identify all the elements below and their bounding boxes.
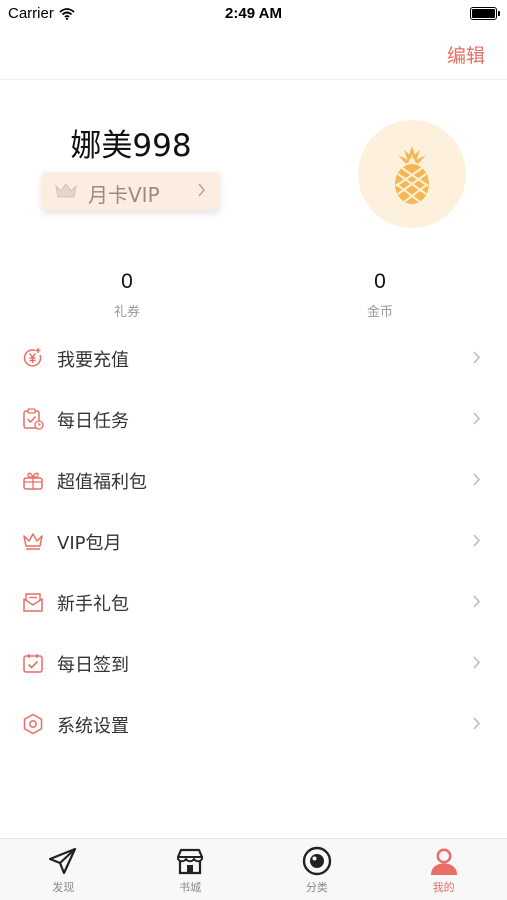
menu-label-newbie-gift: 新手礼包: [57, 594, 129, 615]
menu-label-daily-check-in: 每日签到: [57, 655, 129, 676]
menu-label-recharge: 我要充值: [57, 350, 129, 371]
tab-label-bookstore: 书城: [179, 881, 202, 894]
menu-item-vip-monthly[interactable]: VIP包月: [0, 511, 507, 572]
battery-icon: [470, 7, 500, 20]
menu-label-vip-monthly: VIP包月: [57, 533, 122, 554]
menu-item-settings[interactable]: 系统设置: [0, 694, 507, 755]
user-icon: [430, 848, 457, 875]
menu-item-welfare-pack[interactable]: 超值福利包: [0, 450, 507, 511]
chevron-right-icon: [473, 473, 481, 486]
avatar[interactable]: [358, 120, 466, 228]
chevron-right-icon: [473, 412, 481, 425]
paper-plane-icon: [49, 847, 77, 875]
crown-icon: [23, 533, 43, 550]
bookstore-icon: [177, 848, 204, 875]
settings-icon: [23, 713, 43, 735]
nav-bar: 编辑: [0, 28, 507, 80]
gold-coin-label: 金币: [366, 305, 393, 320]
chevron-right-icon: [473, 595, 481, 608]
chevron-right-icon: [473, 351, 481, 364]
coupon-count: 0: [121, 270, 133, 293]
vip-membership-button[interactable]: 月卡VIP: [42, 172, 220, 210]
daily-task-icon: [23, 408, 44, 430]
gift-bag-icon: [23, 472, 43, 490]
menu-label-settings: 系统设置: [57, 716, 129, 737]
check-in-icon: [23, 654, 43, 673]
envelope-icon: [23, 593, 43, 612]
tab-category[interactable]: 分类: [254, 839, 381, 900]
tab-bookstore[interactable]: 书城: [127, 839, 254, 900]
tab-label-category: 分类: [305, 881, 328, 894]
menu-item-daily-task[interactable]: 每日任务: [0, 389, 507, 450]
username: 娜美998: [70, 128, 192, 164]
gold-coin-stat[interactable]: 0 金币: [320, 270, 440, 320]
category-icon: [302, 846, 332, 876]
menu-label-welfare-pack: 超值福利包: [57, 472, 147, 493]
menu-item-newbie-gift[interactable]: 新手礼包: [0, 572, 507, 633]
status-time: 2:49 AM: [225, 5, 282, 22]
edit-button[interactable]: 编辑: [447, 41, 485, 68]
chevron-right-icon: [473, 534, 481, 547]
chevron-right-icon: [473, 656, 481, 669]
menu-list: 我要充值 每日任务 超值福利包 VIP包月 新手礼包 每日签到 系统设置: [0, 328, 507, 755]
tab-label-discover: 发现: [52, 881, 75, 894]
vip-crown-icon: [55, 183, 77, 198]
gold-coin-count: 0: [374, 270, 386, 293]
recharge-icon: [23, 348, 42, 367]
chevron-right-icon: [198, 183, 206, 197]
chevron-right-icon: [473, 717, 481, 730]
pineapple-icon: [395, 146, 429, 204]
menu-item-daily-check-in[interactable]: 每日签到: [0, 633, 507, 694]
tab-label-mine: 我的: [432, 881, 455, 894]
coupon-label: 礼券: [113, 305, 140, 320]
menu-item-recharge[interactable]: 我要充值: [0, 328, 507, 389]
tab-discover[interactable]: 发现: [0, 839, 127, 900]
status-bar: Carrier 2:49 AM: [0, 0, 507, 28]
coupon-stat[interactable]: 0 礼券: [67, 270, 187, 320]
vip-label: 月卡VIP: [88, 183, 160, 207]
menu-label-daily-task: 每日任务: [57, 411, 129, 432]
tab-mine[interactable]: 我的: [380, 839, 507, 900]
tab-bar: 发现 书城 分类 我的: [0, 838, 507, 900]
